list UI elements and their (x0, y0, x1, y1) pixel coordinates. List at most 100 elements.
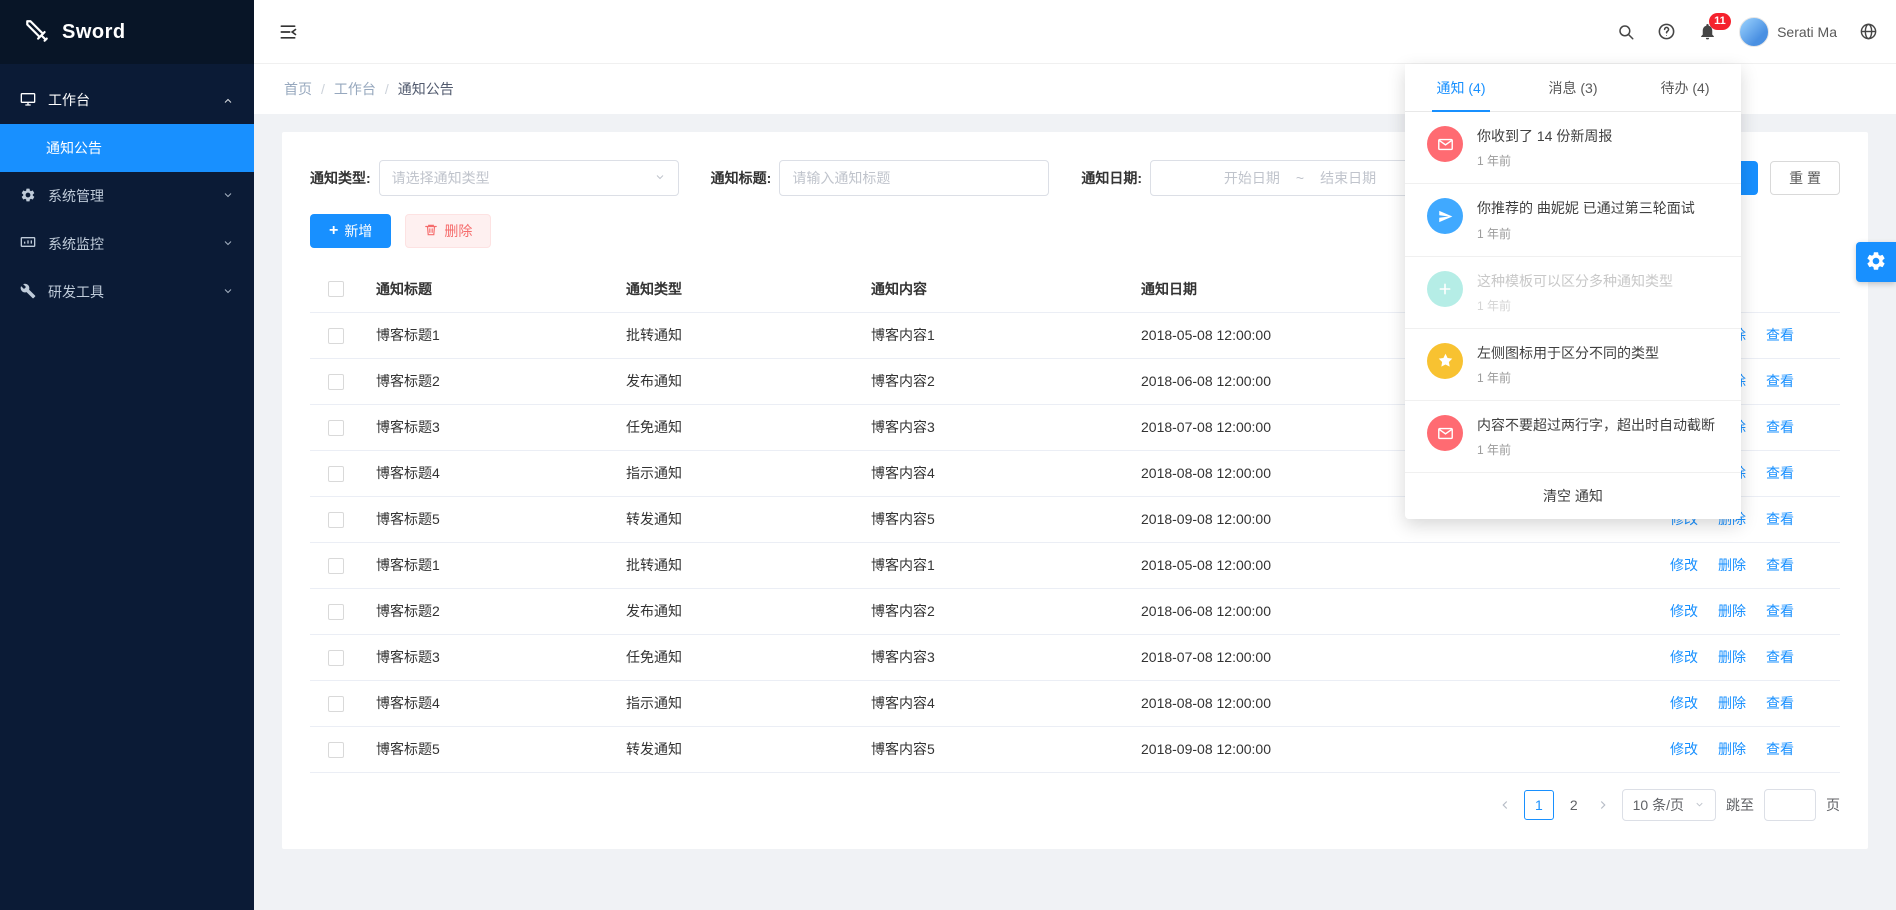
notification-item[interactable]: 你收到了 14 份新周报 1 年前 (1405, 112, 1741, 184)
notification-time: 1 年前 (1477, 441, 1715, 458)
sidebar-item-label: 系统管理 (48, 186, 222, 206)
select-all-checkbox[interactable] (328, 281, 344, 297)
clear-notifications-button[interactable]: 清空 通知 (1405, 473, 1741, 519)
edit-link[interactable]: 修改 (1670, 695, 1698, 711)
row-checkbox[interactable] (328, 328, 344, 344)
cell-type: 转发通知 (616, 496, 861, 542)
theme-settings-button[interactable] (1856, 242, 1896, 282)
next-page-button[interactable] (1594, 798, 1612, 812)
view-link[interactable]: 查看 (1766, 465, 1794, 481)
tab-notifications[interactable]: 通知 (4) (1405, 64, 1517, 111)
monitor-chart-icon (20, 235, 36, 254)
cell-content: 博客内容3 (861, 634, 1131, 680)
table-row: 博客标题5 转发通知 博客内容5 2018-09-08 12:00:00 修改删… (310, 726, 1840, 772)
language-globe-icon[interactable] (1859, 22, 1878, 41)
view-link[interactable]: 查看 (1766, 741, 1794, 757)
tab-messages[interactable]: 消息 (3) (1517, 64, 1629, 111)
pagination: 1 2 10 条/页 跳至 页 (310, 789, 1840, 821)
cell-type: 发布通知 (616, 588, 861, 634)
cell-content: 博客内容1 (861, 312, 1131, 358)
page-button-2[interactable]: 2 (1564, 797, 1584, 813)
cell-content: 博客内容5 (861, 726, 1131, 772)
sidebar-item-workbench[interactable]: 工作台 (0, 76, 254, 124)
user-menu[interactable]: Serati Ma (1739, 17, 1837, 47)
delete-link[interactable]: 删除 (1718, 649, 1746, 665)
sidebar-item-notice[interactable]: 通知公告 (0, 124, 254, 172)
table-row: 博客标题4 指示通知 博客内容4 2018-08-08 12:00:00 修改删… (310, 680, 1840, 726)
search-icon[interactable] (1617, 23, 1635, 41)
sidebar-item-system-admin[interactable]: 系统管理 (0, 172, 254, 220)
cell-title: 博客标题4 (366, 680, 616, 726)
notification-item[interactable]: 内容不要超过两行字，超出时自动截断 1 年前 (1405, 401, 1741, 473)
breadcrumb-home[interactable]: 首页 (284, 79, 312, 99)
notice-type-select[interactable]: 请选择通知类型 (379, 160, 679, 196)
reset-button[interactable]: 重 置 (1770, 161, 1840, 195)
mail-icon (1427, 126, 1463, 162)
notification-item[interactable]: 这种模板可以区分多种通知类型 1 年前 (1405, 257, 1741, 329)
row-checkbox[interactable] (328, 650, 344, 666)
cell-type: 批转通知 (616, 312, 861, 358)
row-checkbox[interactable] (328, 466, 344, 482)
topbar: 11 Serati Ma (254, 0, 1896, 64)
page-button-1[interactable]: 1 (1524, 790, 1554, 820)
row-checkbox[interactable] (328, 558, 344, 574)
notice-title-input[interactable] (779, 160, 1049, 196)
jump-page-input[interactable] (1764, 789, 1816, 821)
cell-type: 发布通知 (616, 358, 861, 404)
row-checkbox[interactable] (328, 696, 344, 712)
delete-link[interactable]: 删除 (1718, 695, 1746, 711)
delete-link[interactable]: 删除 (1718, 741, 1746, 757)
page-size-select[interactable]: 10 条/页 (1622, 789, 1716, 821)
chevron-down-icon (654, 170, 666, 186)
gear-icon (20, 187, 36, 206)
sidebar-item-dev-tools[interactable]: 研发工具 (0, 268, 254, 316)
sidebar-item-system-monitor[interactable]: 系统监控 (0, 220, 254, 268)
view-link[interactable]: 查看 (1766, 419, 1794, 435)
sidebar-collapse-icon[interactable] (278, 22, 298, 42)
row-checkbox[interactable] (328, 742, 344, 758)
cell-type: 任免通知 (616, 404, 861, 450)
monitor-icon (20, 91, 36, 110)
edit-link[interactable]: 修改 (1670, 649, 1698, 665)
tab-todos[interactable]: 待办 (4) (1629, 64, 1741, 111)
cell-title: 博客标题2 (366, 358, 616, 404)
breadcrumb-workbench[interactable]: 工作台 (334, 79, 376, 99)
edit-link[interactable]: 修改 (1670, 603, 1698, 619)
edit-link[interactable]: 修改 (1670, 741, 1698, 757)
view-link[interactable]: 查看 (1766, 327, 1794, 343)
row-checkbox[interactable] (328, 374, 344, 390)
plus-icon: + (329, 223, 338, 239)
row-checkbox[interactable] (328, 512, 344, 528)
view-link[interactable]: 查看 (1766, 695, 1794, 711)
row-checkbox[interactable] (328, 420, 344, 436)
cell-content: 博客内容1 (861, 542, 1131, 588)
cell-title: 博客标题2 (366, 588, 616, 634)
batch-delete-button[interactable]: 删除 (405, 214, 491, 248)
notice-type-label: 通知类型: (310, 168, 371, 188)
edit-link[interactable]: 修改 (1670, 557, 1698, 573)
app-logo[interactable]: Sword (0, 0, 254, 64)
notification-item[interactable]: 左侧图标用于区分不同的类型 1 年前 (1405, 329, 1741, 401)
bell-icon[interactable]: 11 (1698, 22, 1717, 41)
view-link[interactable]: 查看 (1766, 649, 1794, 665)
view-link[interactable]: 查看 (1766, 511, 1794, 527)
cell-date: 2018-07-08 12:00:00 (1131, 634, 1501, 680)
cell-content: 博客内容4 (861, 450, 1131, 496)
col-content: 通知内容 (861, 266, 1131, 312)
delete-link[interactable]: 删除 (1718, 557, 1746, 573)
row-checkbox[interactable] (328, 604, 344, 620)
sidebar-menu: 工作台 通知公告 系统管理 系统监控 (0, 64, 254, 316)
chevron-down-icon (222, 284, 234, 300)
notification-item[interactable]: 你推荐的 曲妮妮 已通过第三轮面试 1 年前 (1405, 184, 1741, 256)
app-root: Sword 工作台 通知公告 系统管理 (0, 0, 1896, 910)
prev-page-button[interactable] (1496, 798, 1514, 812)
gear-icon (1865, 250, 1887, 275)
view-link[interactable]: 查看 (1766, 373, 1794, 389)
notification-badge: 11 (1709, 13, 1731, 30)
view-link[interactable]: 查看 (1766, 557, 1794, 573)
add-button[interactable]: + 新增 (310, 214, 391, 248)
delete-link[interactable]: 删除 (1718, 603, 1746, 619)
help-icon[interactable] (1657, 22, 1676, 41)
view-link[interactable]: 查看 (1766, 603, 1794, 619)
cell-type: 批转通知 (616, 542, 861, 588)
